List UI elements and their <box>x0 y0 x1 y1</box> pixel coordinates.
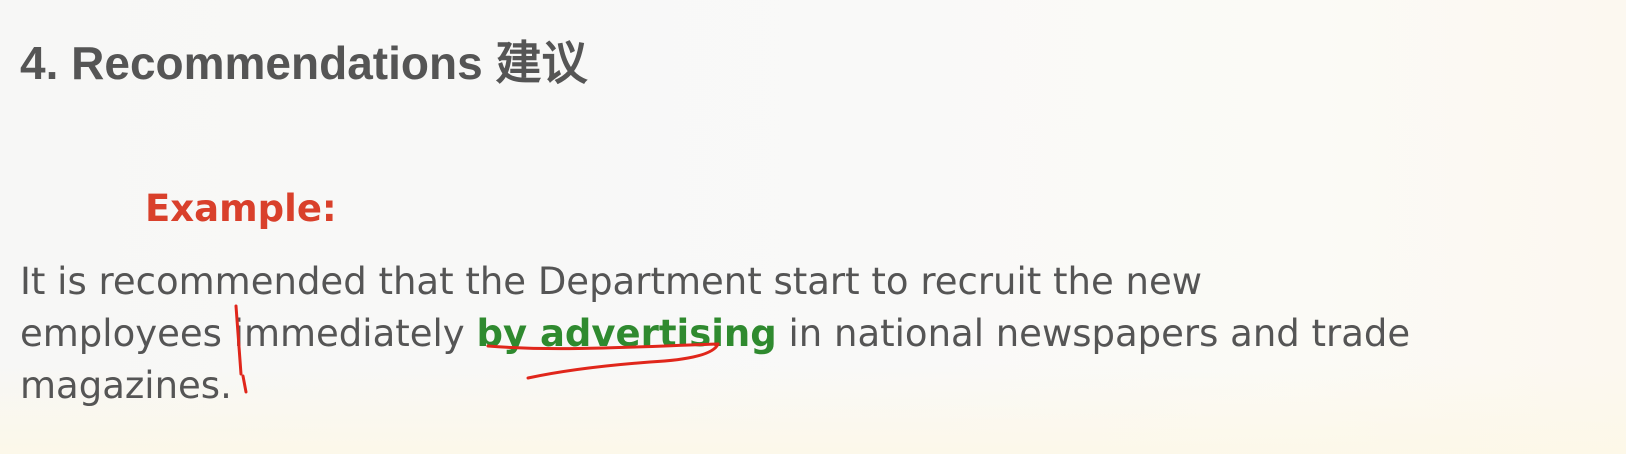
example-label: Example: <box>145 187 337 230</box>
highlighted-phrase: by advertising <box>476 312 777 355</box>
paragraph-line-1: It is recommended that the Department st… <box>20 260 1202 303</box>
line-2-before-text: employees immediately <box>20 312 477 355</box>
example-paragraph: It is recommended that the Department st… <box>20 256 1600 412</box>
section-heading: 4. Recommendations 建议 <box>20 37 588 89</box>
paragraph-line-3: magazines. <box>20 364 232 407</box>
line-2-after-text: in national newspapers and trade <box>776 312 1411 355</box>
paragraph-line-2: employees immediately by advertising in … <box>20 308 1600 360</box>
